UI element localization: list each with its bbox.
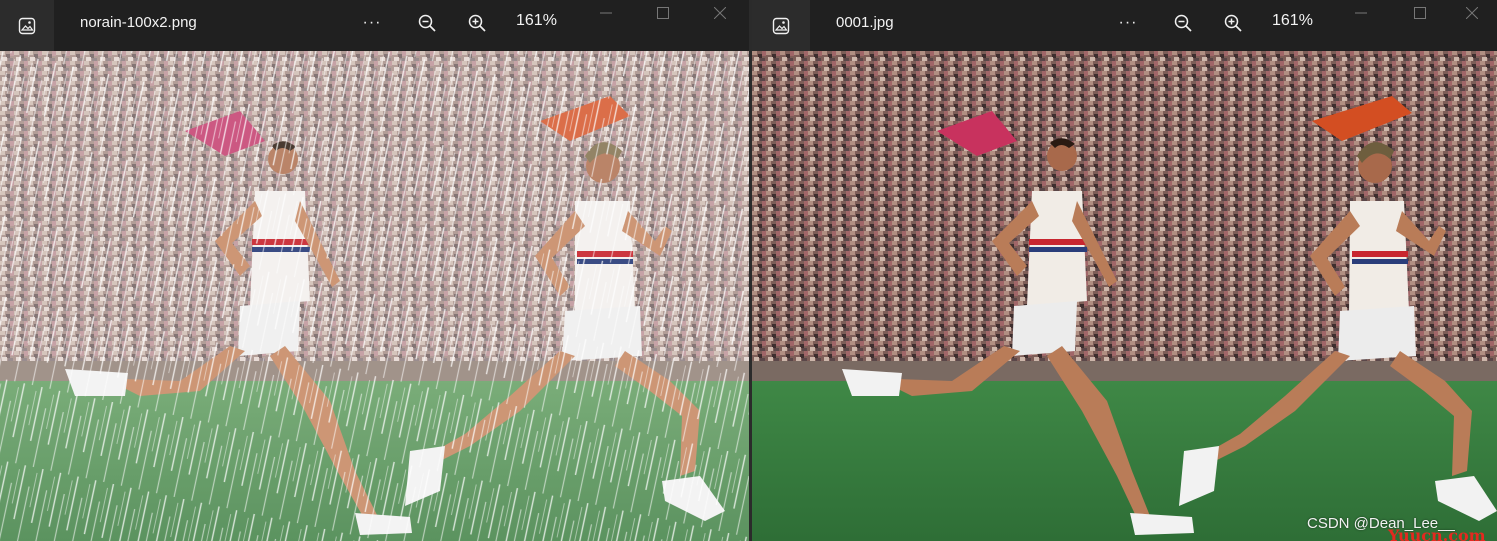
zoom-in-icon bbox=[468, 14, 486, 32]
right-zoom-in-button[interactable] bbox=[1218, 8, 1248, 38]
close-icon bbox=[714, 7, 726, 19]
left-zoom-level[interactable]: 161% bbox=[516, 12, 557, 30]
right-zoom-out-button[interactable] bbox=[1168, 8, 1198, 38]
right-titlebar: 0001.jpg ··· 161% bbox=[752, 0, 1497, 51]
photo-viewer-icon bbox=[772, 17, 790, 34]
right-minimize-button[interactable] bbox=[1341, 0, 1381, 26]
minimize-icon bbox=[1355, 12, 1367, 14]
right-maximize-button[interactable] bbox=[1400, 0, 1440, 26]
close-icon bbox=[1466, 7, 1478, 19]
left-titlebar: norain-100x2.png ··· 161% bbox=[0, 0, 749, 51]
right-file-name: 0001.jpg bbox=[836, 14, 894, 31]
photo-viewer-icon bbox=[18, 17, 36, 34]
minimize-icon bbox=[600, 12, 612, 14]
right-photo-window: 0001.jpg ··· 161% Yuucn.com CSDN @Dean_L… bbox=[752, 0, 1497, 541]
right-zoom-level[interactable]: 161% bbox=[1272, 12, 1313, 30]
left-image-canvas[interactable] bbox=[0, 51, 749, 541]
right-more-button[interactable]: ··· bbox=[1113, 8, 1143, 38]
left-photo-window: norain-100x2.png ··· 161% bbox=[0, 0, 749, 541]
right-close-button[interactable] bbox=[1452, 0, 1492, 26]
csdn-watermark: CSDN @Dean_Lee__ bbox=[1307, 515, 1455, 532]
zoom-in-icon bbox=[1224, 14, 1242, 32]
maximize-icon bbox=[657, 7, 669, 19]
maximize-icon bbox=[1414, 7, 1426, 19]
more-icon: ··· bbox=[1118, 14, 1138, 31]
left-zoom-out-button[interactable] bbox=[412, 8, 442, 38]
left-minimize-button[interactable] bbox=[586, 0, 626, 26]
desktop: norain-100x2.png ··· 161% 0001.jpg ··· 1… bbox=[0, 0, 1497, 541]
left-close-button[interactable] bbox=[700, 0, 740, 26]
left-file-name: norain-100x2.png bbox=[80, 14, 197, 31]
left-zoom-in-button[interactable] bbox=[462, 8, 492, 38]
right-app-icon[interactable] bbox=[752, 0, 810, 51]
more-icon: ··· bbox=[362, 14, 382, 31]
left-maximize-button[interactable] bbox=[643, 0, 683, 26]
left-app-icon[interactable] bbox=[0, 0, 54, 51]
right-image-canvas[interactable]: Yuucn.com bbox=[752, 51, 1497, 541]
right-photo bbox=[752, 51, 1497, 541]
zoom-out-icon bbox=[418, 14, 436, 32]
zoom-out-icon bbox=[1174, 14, 1192, 32]
left-photo bbox=[0, 51, 749, 541]
left-more-button[interactable]: ··· bbox=[357, 8, 387, 38]
